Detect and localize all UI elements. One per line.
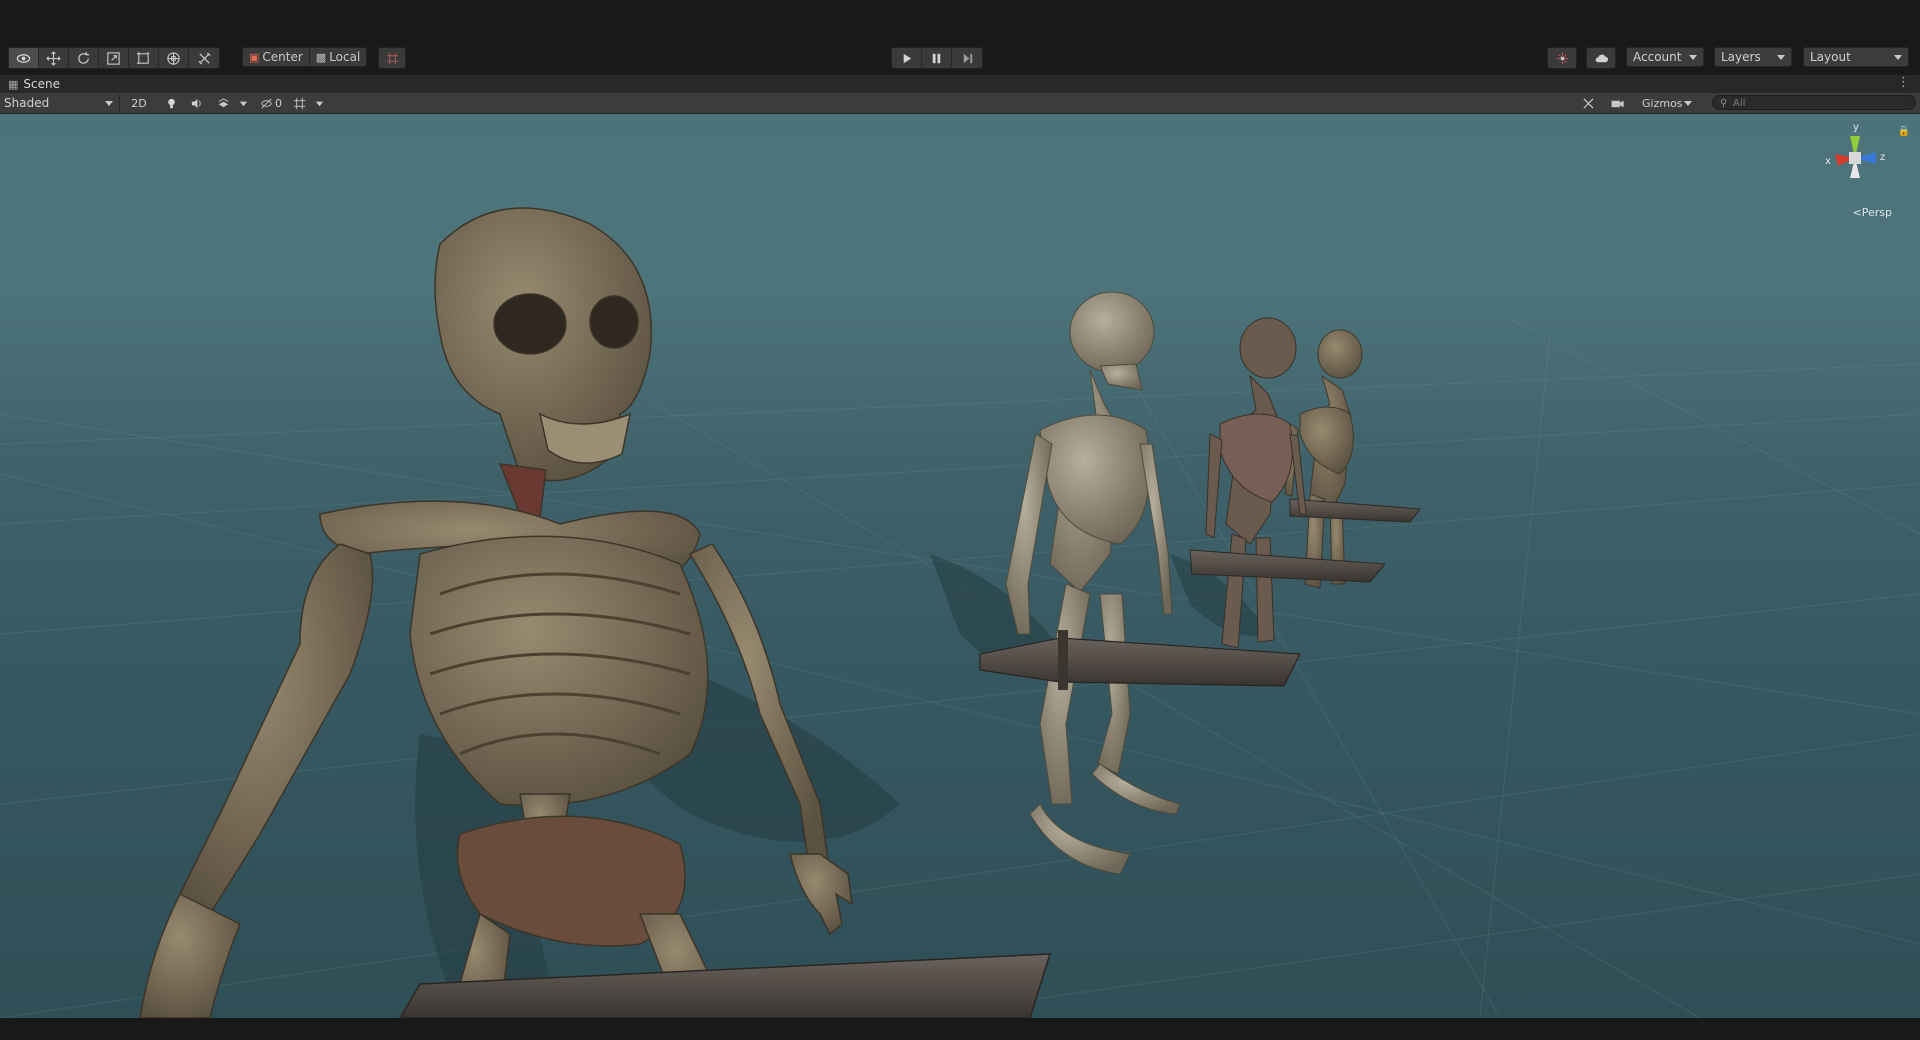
lighting-toggle-icon[interactable]	[160, 94, 182, 112]
grid-snap-icon	[379, 48, 405, 68]
scale-tool-icon[interactable]	[99, 48, 129, 68]
projection-label: Persp	[1861, 206, 1892, 219]
scene-tab-bar: ▦ Scene ⋮	[0, 75, 1920, 93]
gizmos-dropdown[interactable]: Gizmos	[1638, 94, 1698, 112]
search-icon: ⚲	[1720, 98, 1728, 109]
kebab-menu-icon[interactable]: ⋮	[1897, 75, 1910, 90]
pivot-local-label: Local	[329, 50, 361, 64]
local-cube-icon: ▩	[315, 50, 327, 64]
scene-viewport[interactable]: y x z 🔒 <Persp	[0, 114, 1920, 1018]
projection-toggle[interactable]: <Persp	[1853, 206, 1892, 219]
rect-tool-icon[interactable]	[129, 48, 159, 68]
chevron-down-icon	[105, 101, 113, 106]
pivot-toggles: ▣ Center ▩ Local	[242, 47, 368, 67]
perspective-icon: <	[1852, 206, 1862, 219]
draw-mode-label: Shaded	[4, 96, 50, 110]
pause-icon[interactable]	[922, 48, 952, 68]
axis-y-label: y	[1853, 122, 1859, 133]
axis-x-label: x	[1825, 156, 1831, 167]
layout-label: Layout	[1810, 50, 1851, 64]
move-tool-icon[interactable]	[39, 48, 69, 68]
pivot-center-icon: ▣	[249, 50, 260, 64]
sword-guard	[1058, 630, 1068, 690]
audio-toggle-icon[interactable]	[185, 94, 207, 112]
toggle-2d-label: 2D	[131, 96, 147, 110]
lock-icon[interactable]: 🔒	[1898, 126, 1910, 137]
hidden-count: 0	[275, 96, 282, 110]
rotate-tool-icon[interactable]	[69, 48, 99, 68]
pivot-center-button[interactable]: ▣ Center	[242, 47, 310, 67]
draw-mode-dropdown[interactable]: Shaded	[0, 94, 120, 112]
play-icon[interactable]	[892, 48, 922, 68]
layers-dropdown[interactable]: Layers	[1714, 47, 1792, 67]
transform-tool-icon[interactable]	[159, 48, 189, 68]
scene-render	[0, 207, 1920, 1018]
orientation-gizmo[interactable]: y x z	[1810, 120, 1900, 220]
grid-snap-button[interactable]	[378, 47, 406, 69]
sword-far-3	[1189, 549, 1387, 583]
search-placeholder: All	[1733, 98, 1746, 109]
tools-icon[interactable]	[1576, 94, 1600, 112]
account-label: Account	[1633, 50, 1682, 64]
skeleton-near-1	[139, 207, 853, 1018]
sword-mid-2	[979, 637, 1301, 687]
step-icon[interactable]	[952, 48, 982, 68]
skeleton-mid-2	[1005, 291, 1181, 875]
view-tool-icon[interactable]	[9, 48, 39, 68]
effects-toggle-icon[interactable]	[212, 94, 234, 112]
collab-button[interactable]	[1547, 47, 1577, 69]
pivot-local-button[interactable]: ▩ Local	[309, 47, 368, 67]
camera-settings-button[interactable]	[1604, 94, 1634, 112]
scene-toolbar: Shaded 2D 0 Gizmos ⚲ All	[0, 93, 1920, 114]
pivot-center-label: Center	[262, 50, 303, 64]
chevron-down-icon	[1684, 101, 1692, 106]
tab-scene[interactable]: ▦ Scene	[4, 75, 60, 93]
play-controls	[891, 47, 983, 69]
chevron-down-icon	[1689, 55, 1697, 60]
main-toolbar: ▣ Center ▩ Local Account Layers Layout	[0, 47, 1920, 69]
chevron-down-icon	[1894, 55, 1902, 60]
collab-sparkle-icon	[1548, 48, 1576, 68]
effects-dropdown-icon[interactable]	[236, 94, 250, 112]
transform-tools	[8, 47, 220, 69]
axis-z-label: z	[1880, 152, 1885, 163]
title-bar	[0, 0, 1920, 40]
layers-label: Layers	[1721, 50, 1761, 64]
status-bar	[0, 1018, 1920, 1040]
toggle-2d-button[interactable]: 2D	[126, 94, 152, 112]
gizmo-center-cube	[1849, 152, 1861, 164]
scene-grid-icon: ▦	[8, 77, 19, 91]
account-dropdown[interactable]: Account	[1626, 47, 1704, 67]
gizmos-label: Gizmos	[1642, 96, 1683, 110]
grid-visibility-icon[interactable]	[289, 94, 309, 112]
cloud-icon	[1587, 48, 1615, 68]
scene-search-input[interactable]: ⚲ All	[1712, 95, 1916, 110]
custom-tool-icon[interactable]	[189, 48, 219, 68]
layout-dropdown[interactable]: Layout	[1803, 47, 1909, 67]
scene-visibility-toggle[interactable]: 0	[256, 94, 286, 112]
tab-scene-label: Scene	[23, 77, 60, 91]
hidden-eye-icon	[261, 98, 272, 108]
ground-grid	[0, 313, 1920, 1018]
cloud-button[interactable]	[1586, 47, 1616, 69]
chevron-down-icon	[1777, 55, 1785, 60]
grid-dropdown-icon[interactable]	[312, 94, 326, 112]
camera-icon	[1611, 100, 1624, 107]
